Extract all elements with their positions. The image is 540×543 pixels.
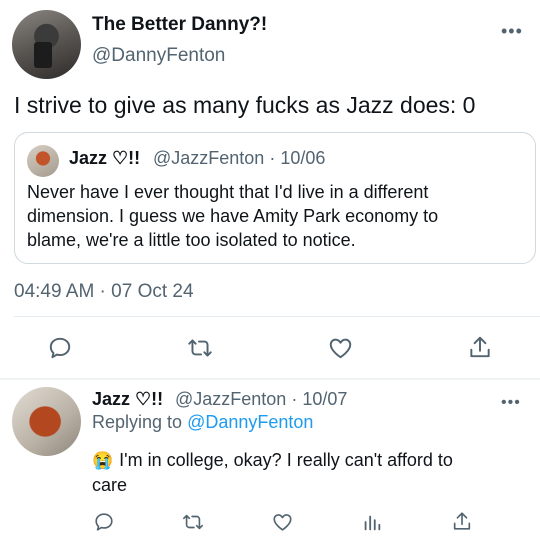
divider [14,316,540,317]
reply-text-line: care [92,475,128,495]
avatar[interactable] [12,387,81,456]
share-icon[interactable] [467,334,493,361]
reply-text: 😭 I'm in college, okay? I really can't af… [92,448,453,498]
replying-handle-link[interactable]: @DannyFenton [187,412,313,432]
display-name[interactable]: The Better Danny?! [92,14,267,36]
divider [0,378,540,380]
reply-display-name[interactable]: Jazz ♡!! [92,389,163,410]
like-icon[interactable] [271,511,294,533]
tweet-text: I strive to give as many fucks as Jazz d… [14,92,476,118]
retweet-icon[interactable] [181,511,205,533]
reply-icon[interactable] [47,335,73,361]
quoted-text-line: dimension. I guess we have Amity Park ec… [27,206,439,226]
reply-handle-date[interactable]: @JazzFenton · 10/07 [175,389,347,410]
share-icon[interactable] [451,510,473,533]
ellipsis-icon[interactable]: ••• [501,22,523,40]
quoted-text-line: blame, we're a little too isolated to no… [27,230,356,250]
reply-text-line: I'm in college, okay? I really can't aff… [119,450,453,470]
timestamp[interactable]: 04:49 AM · 07 Oct 24 [14,281,194,303]
quoted-display-name: Jazz ♡!! [69,148,141,168]
loudly-crying-emoji: 😭 [92,451,114,470]
quoted-text-line: Never have I ever thought that I'd live … [27,182,429,202]
reply-icon[interactable] [93,511,115,533]
replying-prefix: Replying to [92,412,183,432]
quoted-handle-date: @JazzFenton · 10/06 [153,148,326,168]
like-icon[interactable] [327,335,354,361]
analytics-icon[interactable] [361,511,383,533]
replying-to: Replying to @DannyFenton [92,412,313,433]
ellipsis-icon[interactable]: ••• [501,395,521,411]
retweet-icon[interactable] [186,335,214,361]
avatar[interactable] [12,10,81,79]
avatar [27,145,59,177]
handle[interactable]: @DannyFenton [92,45,225,67]
quoted-text: Never have I ever thought that I'd live … [27,180,438,252]
